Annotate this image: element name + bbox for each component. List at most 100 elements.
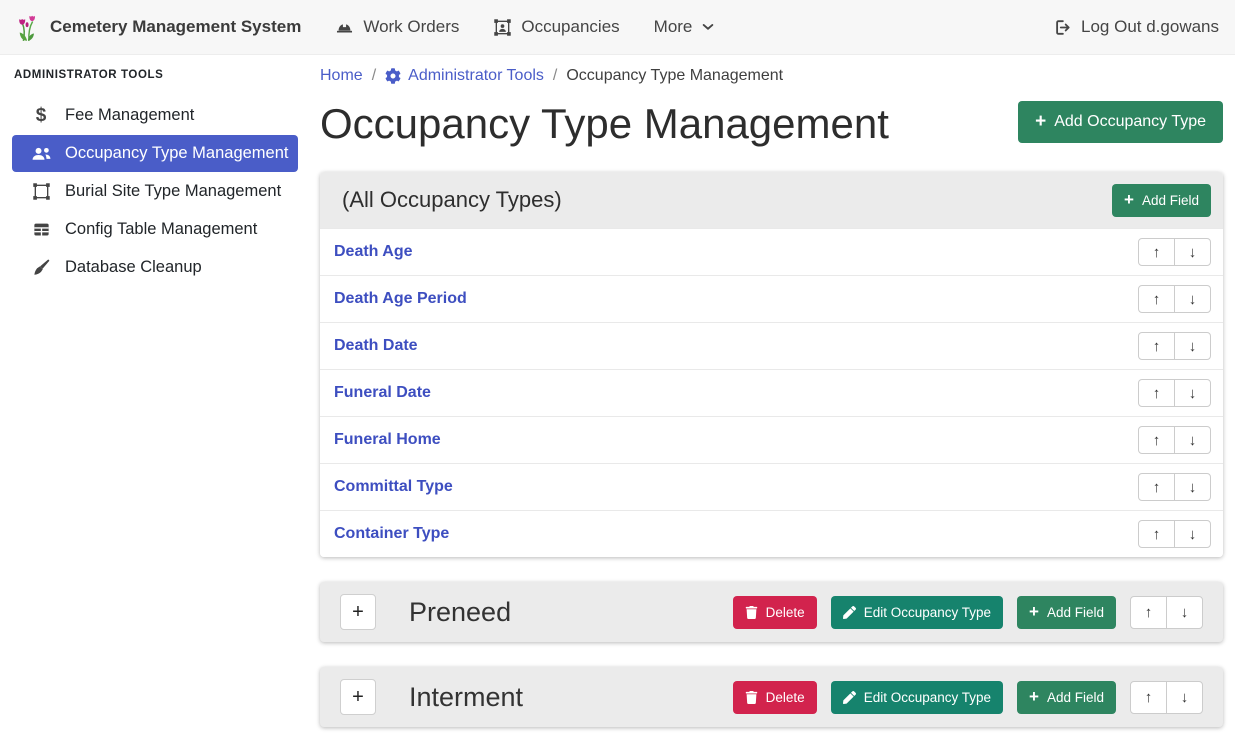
down-arrow-icon: ↓ bbox=[1189, 244, 1197, 261]
trash-icon bbox=[745, 606, 758, 619]
brand-title: Cemetery Management System bbox=[50, 17, 301, 37]
sidebar-item-fee-management[interactable]: $ Fee Management bbox=[12, 97, 298, 134]
move-down-button[interactable]: ↓ bbox=[1166, 681, 1203, 714]
move-up-button[interactable]: ↑ bbox=[1138, 238, 1175, 266]
up-arrow-icon: ↑ bbox=[1145, 604, 1153, 621]
sidebar-item-label: Config Table Management bbox=[65, 220, 257, 239]
sidebar-item-config-table-management[interactable]: Config Table Management bbox=[12, 211, 298, 248]
main-content: Home / Administrator Tools / Occupancy T… bbox=[310, 55, 1235, 738]
burial-frame-icon bbox=[30, 182, 52, 201]
top-navbar: Cemetery Management System Work Orders O… bbox=[0, 0, 1235, 55]
nav-item-occupancies[interactable]: Occupancies bbox=[493, 17, 619, 37]
sidebar: Administrator Tools $ Fee Management Occ… bbox=[0, 55, 310, 738]
trash-icon bbox=[745, 691, 758, 704]
section-interment: + Interment Delete Edit Occupancy Type + bbox=[320, 667, 1223, 727]
field-link[interactable]: Container Type bbox=[334, 525, 449, 543]
delete-button[interactable]: Delete bbox=[733, 596, 817, 629]
move-down-button[interactable]: ↓ bbox=[1174, 473, 1211, 501]
sidebar-item-occupancy-type-management[interactable]: Occupancy Type Management bbox=[12, 135, 298, 172]
move-down-button[interactable]: ↓ bbox=[1174, 379, 1211, 407]
down-arrow-icon: ↓ bbox=[1189, 338, 1197, 355]
up-arrow-icon: ↑ bbox=[1153, 291, 1161, 308]
breadcrumb-admin-tools-link[interactable]: Administrator Tools bbox=[408, 67, 544, 85]
move-up-button[interactable]: ↑ bbox=[1138, 285, 1175, 313]
field-row: Death Date ↑ ↓ bbox=[320, 322, 1223, 369]
move-down-button[interactable]: ↓ bbox=[1174, 238, 1211, 266]
sidebar-item-database-cleanup[interactable]: Database Cleanup bbox=[12, 249, 298, 286]
breadcrumb-home-link[interactable]: Home bbox=[320, 67, 363, 85]
plus-icon: + bbox=[1124, 191, 1134, 208]
down-arrow-icon: ↓ bbox=[1181, 689, 1189, 706]
add-occupancy-type-button[interactable]: + Add Occupancy Type bbox=[1018, 101, 1223, 143]
reorder-controls: ↑ ↓ bbox=[1138, 238, 1211, 266]
up-arrow-icon: ↑ bbox=[1153, 338, 1161, 355]
nav-item-label: More bbox=[654, 17, 693, 37]
move-down-button[interactable]: ↓ bbox=[1174, 332, 1211, 360]
tulip-logo-icon bbox=[16, 12, 40, 42]
up-arrow-icon: ↑ bbox=[1153, 526, 1161, 543]
reorder-controls: ↑ ↓ bbox=[1138, 426, 1211, 454]
move-up-button[interactable]: ↑ bbox=[1130, 681, 1167, 714]
sidebar-item-label: Fee Management bbox=[65, 106, 194, 125]
edit-occupancy-type-button[interactable]: Edit Occupancy Type bbox=[831, 681, 1003, 714]
move-up-button[interactable]: ↑ bbox=[1130, 596, 1167, 629]
occupancy-frame-icon bbox=[493, 18, 512, 37]
pencil-icon bbox=[843, 606, 856, 619]
expand-button[interactable]: + bbox=[340, 679, 376, 715]
move-up-button[interactable]: ↑ bbox=[1138, 379, 1175, 407]
add-field-button[interactable]: + Add Field bbox=[1017, 681, 1116, 714]
sidebar-heading: Administrator Tools bbox=[14, 69, 298, 81]
reorder-controls: ↑ ↓ bbox=[1138, 473, 1211, 501]
field-row: Container Type ↑ ↓ bbox=[320, 510, 1223, 557]
move-down-button[interactable]: ↓ bbox=[1174, 285, 1211, 313]
up-arrow-icon: ↑ bbox=[1153, 432, 1161, 449]
field-row: Funeral Home ↑ ↓ bbox=[320, 416, 1223, 463]
move-up-button[interactable]: ↑ bbox=[1138, 426, 1175, 454]
expand-button[interactable]: + bbox=[340, 594, 376, 630]
field-link[interactable]: Funeral Date bbox=[334, 384, 431, 402]
field-link[interactable]: Committal Type bbox=[334, 478, 453, 496]
field-link[interactable]: Funeral Home bbox=[334, 431, 441, 449]
up-arrow-icon: ↑ bbox=[1153, 479, 1161, 496]
sidebar-item-label: Burial Site Type Management bbox=[65, 182, 281, 201]
move-down-button[interactable]: ↓ bbox=[1174, 426, 1211, 454]
field-link[interactable]: Death Age Period bbox=[334, 290, 467, 308]
delete-button[interactable]: Delete bbox=[733, 681, 817, 714]
move-down-button[interactable]: ↓ bbox=[1174, 520, 1211, 548]
move-up-button[interactable]: ↑ bbox=[1138, 520, 1175, 548]
move-up-button[interactable]: ↑ bbox=[1138, 473, 1175, 501]
section-preneed: + Preneed Delete Edit Occupancy Type + bbox=[320, 582, 1223, 642]
plus-icon: + bbox=[1029, 603, 1039, 620]
dollar-icon: $ bbox=[30, 106, 52, 125]
section-title: Preneed bbox=[409, 597, 511, 628]
all-occupancy-types-card: (All Occupancy Types) + Add Field Death … bbox=[320, 172, 1223, 557]
section-title: Interment bbox=[409, 682, 523, 713]
breadcrumb-separator: / bbox=[372, 67, 376, 85]
nav-item-more[interactable]: More bbox=[654, 17, 716, 37]
up-arrow-icon: ↑ bbox=[1153, 385, 1161, 402]
nav-item-work-orders[interactable]: Work Orders bbox=[335, 17, 459, 37]
breadcrumb: Home / Administrator Tools / Occupancy T… bbox=[320, 67, 1223, 85]
field-link[interactable]: Death Age bbox=[334, 243, 413, 261]
logout-icon bbox=[1053, 18, 1072, 37]
move-down-button[interactable]: ↓ bbox=[1166, 596, 1203, 629]
down-arrow-icon: ↓ bbox=[1181, 604, 1189, 621]
add-field-button[interactable]: + Add Field bbox=[1017, 596, 1116, 629]
edit-occupancy-type-button[interactable]: Edit Occupancy Type bbox=[831, 596, 1003, 629]
field-row: Death Age Period ↑ ↓ bbox=[320, 275, 1223, 322]
reorder-controls: ↑ ↓ bbox=[1138, 332, 1211, 360]
broom-icon bbox=[30, 258, 52, 277]
sidebar-item-burial-site-type-management[interactable]: Burial Site Type Management bbox=[12, 173, 298, 210]
brand[interactable]: Cemetery Management System bbox=[16, 12, 301, 42]
move-up-button[interactable]: ↑ bbox=[1138, 332, 1175, 360]
gear-icon bbox=[385, 68, 401, 84]
reorder-controls: ↑ ↓ bbox=[1138, 520, 1211, 548]
table-icon bbox=[30, 220, 52, 239]
add-field-button[interactable]: + Add Field bbox=[1112, 184, 1211, 217]
field-link[interactable]: Death Date bbox=[334, 337, 418, 355]
down-arrow-icon: ↓ bbox=[1189, 479, 1197, 496]
plus-icon: + bbox=[352, 602, 364, 622]
hard-hat-icon bbox=[335, 18, 354, 37]
down-arrow-icon: ↓ bbox=[1189, 385, 1197, 402]
logout-button[interactable]: Log Out d.gowans bbox=[1053, 17, 1219, 37]
